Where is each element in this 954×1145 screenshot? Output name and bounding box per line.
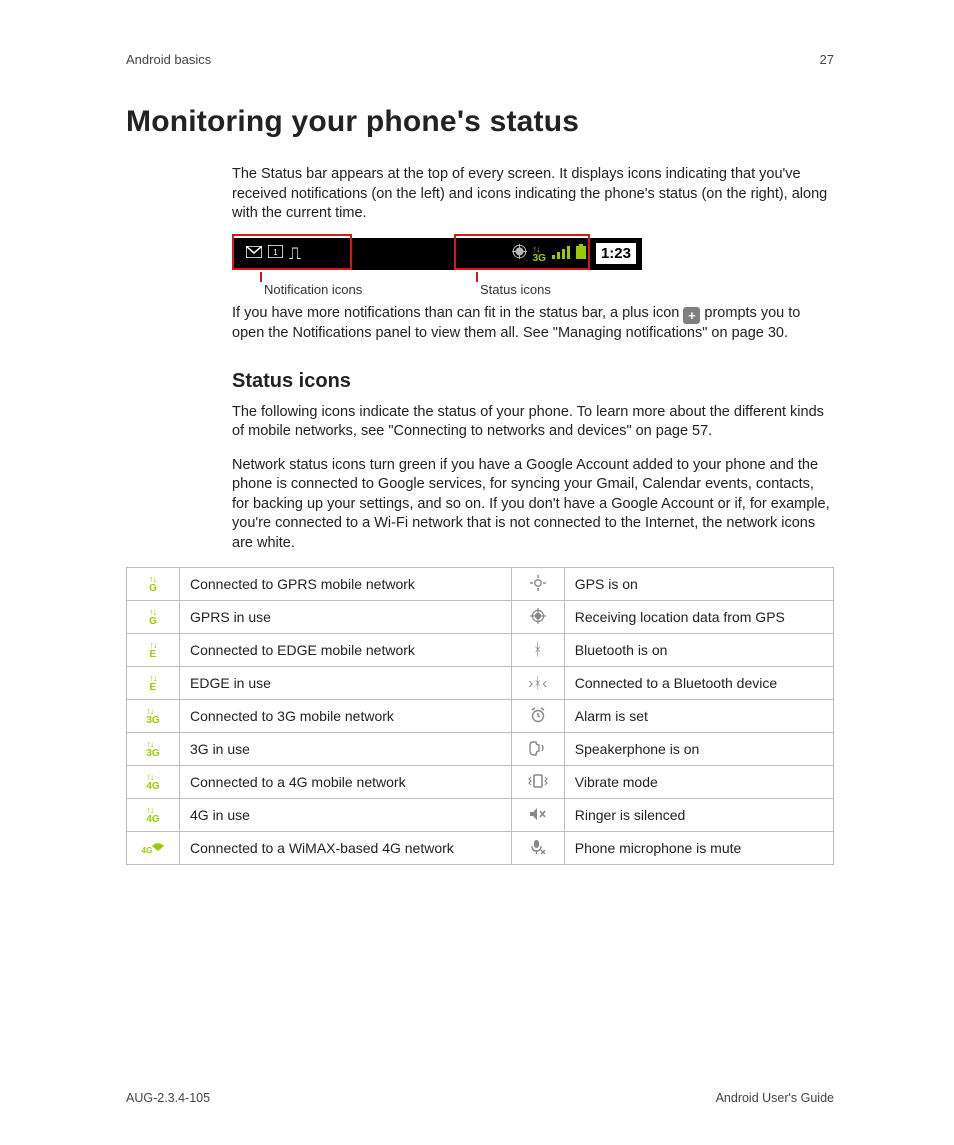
footer-doc-id: AUG-2.3.4-105 bbox=[126, 1091, 210, 1105]
network-wimax-icon: 4G bbox=[127, 832, 180, 865]
page-title: Monitoring your phone's status bbox=[126, 105, 834, 139]
page-number: 27 bbox=[820, 52, 834, 67]
network-3g-icon: ↑↓3G bbox=[127, 733, 180, 766]
running-header: Android basics 27 bbox=[126, 52, 834, 67]
notification-area-highlight bbox=[232, 234, 352, 270]
icon-description: Connected to a 4G mobile network bbox=[180, 766, 512, 799]
intro-paragraph: The Status bar appears at the top of eve… bbox=[232, 165, 834, 224]
icon-description: 4G in use bbox=[180, 799, 512, 832]
plus-icon-paragraph: If you have more notifications than can … bbox=[232, 304, 834, 344]
status-icons-table: ↑↓GConnected to GPRS mobile network GPS i… bbox=[126, 567, 834, 865]
status-icons-para-2: Network status icons turn green if you h… bbox=[232, 456, 834, 554]
gps-solid-icon bbox=[511, 601, 564, 634]
table-row: ↑↓GGPRS in use Receiving location data fr… bbox=[127, 601, 834, 634]
icon-description: Connected to EDGE mobile network bbox=[180, 634, 512, 667]
icon-description: Connected to a Bluetooth device bbox=[564, 667, 833, 700]
silent-icon bbox=[511, 799, 564, 832]
network-gprs-icon: ↑↓G bbox=[127, 601, 180, 634]
icon-description: Vibrate mode bbox=[564, 766, 833, 799]
table-row: ↑↓4GConnected to a 4G mobile network Vibr… bbox=[127, 766, 834, 799]
icon-description: Connected to 3G mobile network bbox=[180, 700, 512, 733]
network-gprs-icon: ↑↓G bbox=[127, 568, 180, 601]
icon-description: Connected to GPRS mobile network bbox=[180, 568, 512, 601]
table-row: ↑↓GConnected to GPRS mobile network GPS i… bbox=[127, 568, 834, 601]
bluetooth-icon: ᚼ bbox=[511, 634, 564, 667]
icon-description: EDGE in use bbox=[180, 667, 512, 700]
network-edge-icon: ↑↓E bbox=[127, 667, 180, 700]
network-edge-icon: ↑↓E bbox=[127, 634, 180, 667]
mic-mute-icon bbox=[511, 832, 564, 865]
table-row: ↑↓3GConnected to 3G mobile network Alarm … bbox=[127, 700, 834, 733]
icon-description: GPRS in use bbox=[180, 601, 512, 634]
running-footer: AUG-2.3.4-105 Android User's Guide bbox=[126, 1091, 834, 1105]
speaker-icon bbox=[511, 733, 564, 766]
status-area-highlight bbox=[454, 234, 590, 270]
icon-description: 3G in use bbox=[180, 733, 512, 766]
table-row: ↑↓EConnected to EDGE mobile networkᚼBlue… bbox=[127, 634, 834, 667]
section-label: Android basics bbox=[126, 52, 211, 67]
icon-description: Speakerphone is on bbox=[564, 733, 833, 766]
status-bar-figure: 1 ⎍ ↑↓3G 1:23 bbox=[232, 238, 834, 298]
bluetooth-conn-icon: ›ᚼ‹ bbox=[511, 667, 564, 700]
icon-description: GPS is on bbox=[564, 568, 833, 601]
table-row: ↑↓EEDGE in use›ᚼ‹Connected to a Bluetoot… bbox=[127, 667, 834, 700]
network-4g-icon: ↑↓4G bbox=[127, 766, 180, 799]
icon-description: Receiving location data from GPS bbox=[564, 601, 833, 634]
table-row: 4GConnected to a WiMAX-based 4G network P… bbox=[127, 832, 834, 865]
vibrate-icon bbox=[511, 766, 564, 799]
icon-description: Bluetooth is on bbox=[564, 634, 833, 667]
icon-description: Alarm is set bbox=[564, 700, 833, 733]
gps-outline-icon bbox=[511, 568, 564, 601]
table-row: ↑↓4G4G in use Ringer is silenced bbox=[127, 799, 834, 832]
status-bar-mock: 1 ⎍ ↑↓3G 1:23 bbox=[232, 238, 642, 270]
icon-description: Phone microphone is mute bbox=[564, 832, 833, 865]
icon-description: Connected to a WiMAX-based 4G network bbox=[180, 832, 512, 865]
network-4g-icon: ↑↓4G bbox=[127, 799, 180, 832]
alarm-icon bbox=[511, 700, 564, 733]
clock-time: 1:23 bbox=[596, 243, 636, 264]
network-3g-icon: ↑↓3G bbox=[127, 700, 180, 733]
icon-description: Ringer is silenced bbox=[564, 799, 833, 832]
plus-icon: + bbox=[683, 307, 700, 324]
status-icons-para-1: The following icons indicate the status … bbox=[232, 403, 834, 442]
callout-notification-icons: Notification icons bbox=[264, 282, 362, 297]
table-row: ↑↓3G3G in use Speakerphone is on bbox=[127, 733, 834, 766]
callout-status-icons: Status icons bbox=[480, 282, 551, 297]
status-icons-heading: Status icons bbox=[232, 370, 834, 393]
footer-title: Android User's Guide bbox=[716, 1091, 834, 1105]
